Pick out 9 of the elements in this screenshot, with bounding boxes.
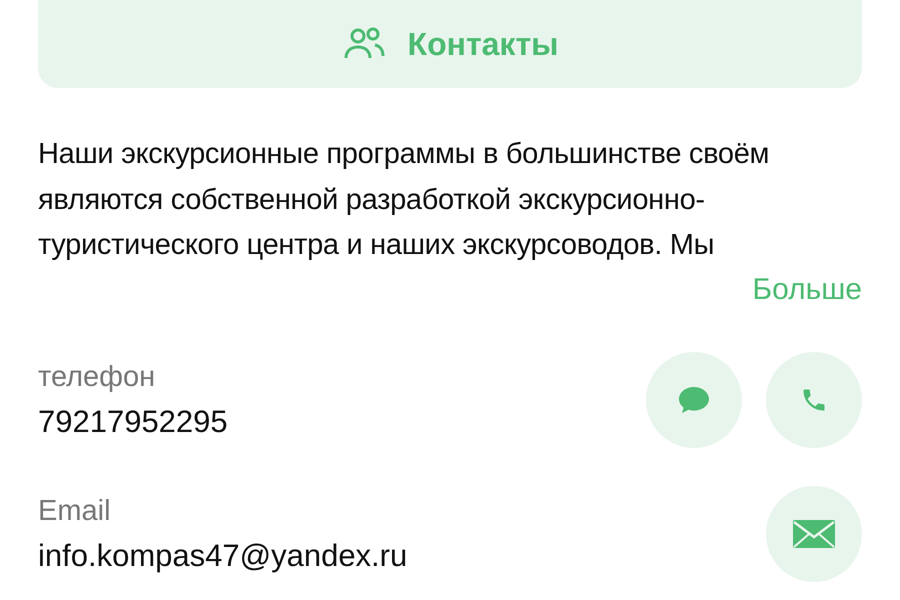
chat-bubble-icon bbox=[677, 385, 711, 415]
contact-value: info.kompas47@yandex.ru bbox=[38, 537, 408, 575]
contact-value: 79217952295 bbox=[38, 403, 228, 441]
envelope-icon bbox=[792, 519, 836, 549]
contact-label: телефон bbox=[38, 360, 156, 395]
contact-label: Email bbox=[38, 494, 112, 529]
more-link[interactable]: Больше bbox=[742, 267, 862, 312]
contacts-button[interactable]: Контакты bbox=[38, 0, 862, 88]
description-text: Наши экскурсионные программы в большинстве своём являются собственной разработкой экскурсионно-туристического центра и наших экскурсоводов. Мы bbox=[38, 137, 770, 263]
